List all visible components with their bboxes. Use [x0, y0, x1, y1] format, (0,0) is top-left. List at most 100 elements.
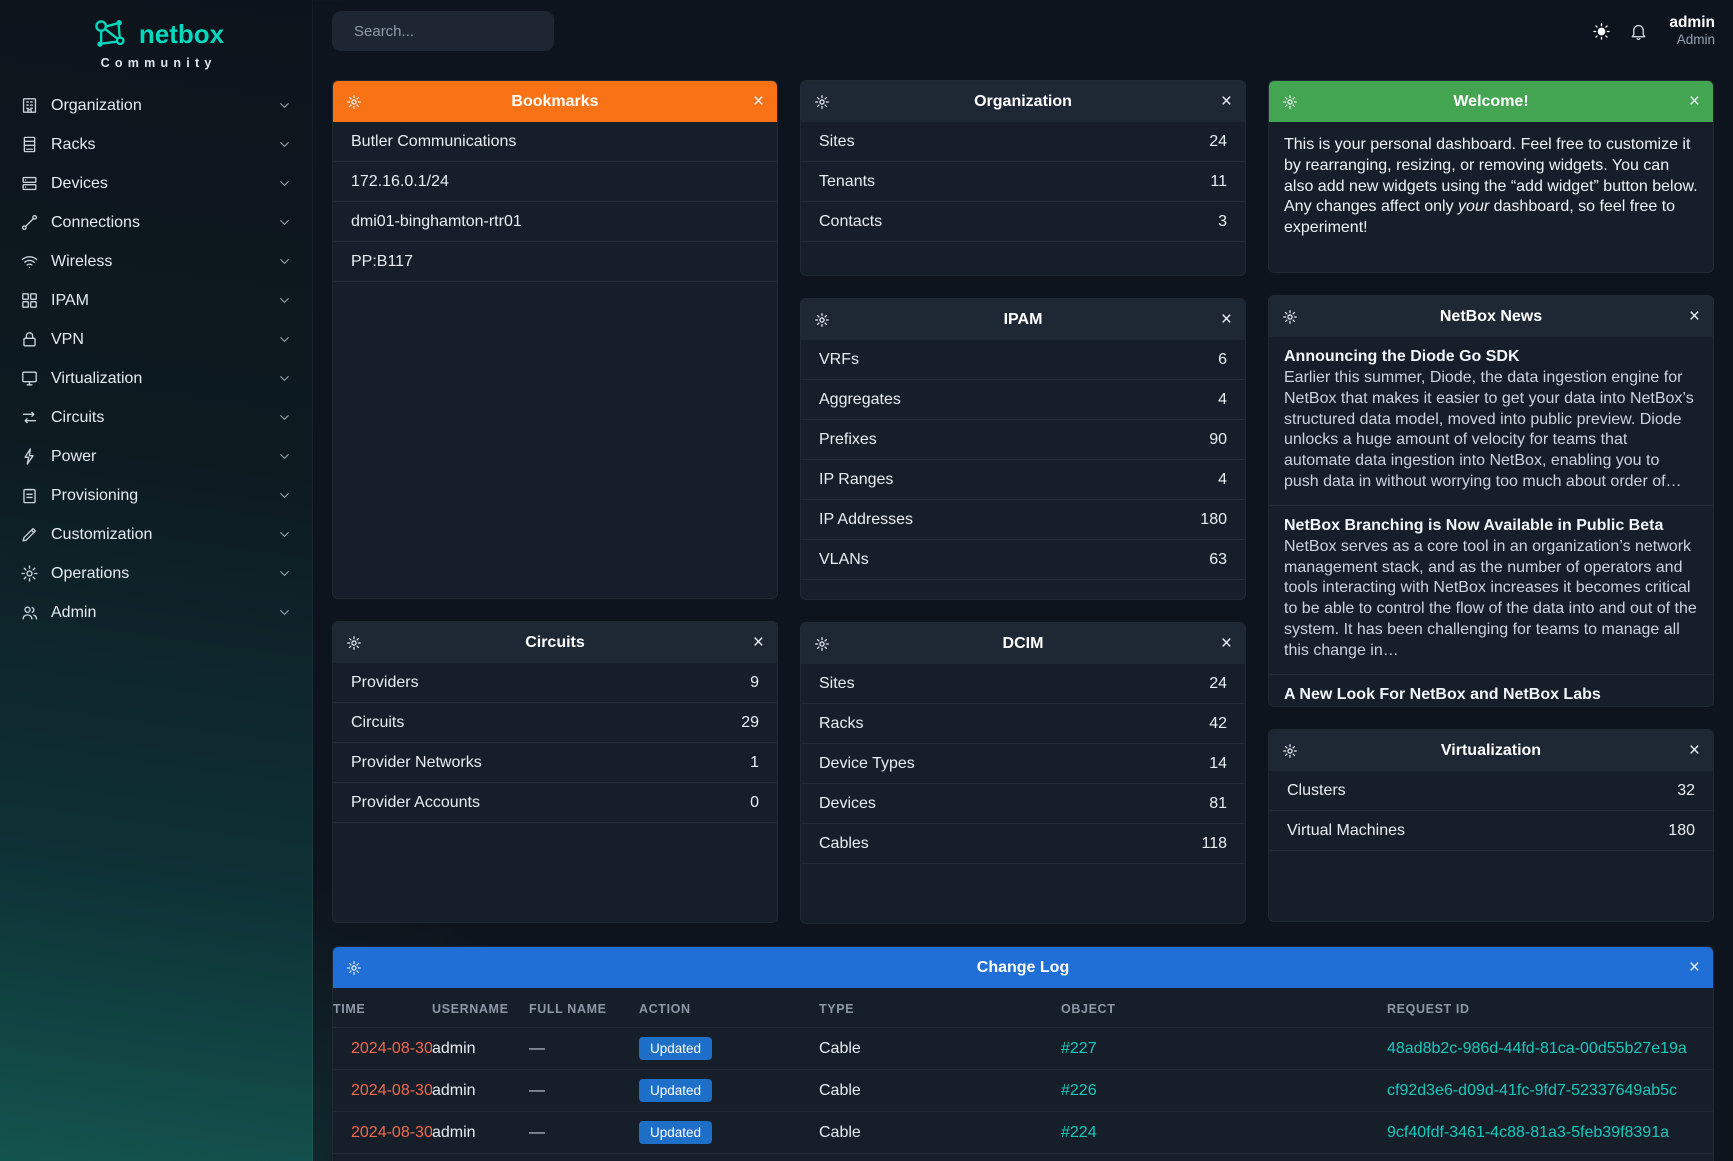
widget-close-icon[interactable]: × — [1689, 92, 1700, 111]
stat-label[interactable]: Provider Accounts — [351, 794, 750, 812]
column-header[interactable]: OBJECT — [1061, 988, 1387, 1028]
sidebar-item-connections[interactable]: Connections — [0, 203, 312, 242]
stat-label[interactable]: Sites — [819, 133, 1209, 151]
change-object-link[interactable]: #227 — [1061, 1040, 1097, 1057]
stat-list: Sites 24 Racks 42 Device Types 14 — [801, 664, 1245, 864]
sidebar-item-provisioning[interactable]: Provisioning — [0, 476, 312, 515]
sidebar-item-racks[interactable]: Racks — [0, 125, 312, 164]
dashboard-column-1: Bookmarks × Butler Communications 172.16… — [332, 80, 778, 924]
dashboard-grid: Bookmarks × Butler Communications 172.16… — [313, 62, 1733, 924]
stat-label[interactable]: Prefixes — [819, 431, 1209, 449]
bookmark-link[interactable]: Butler Communications — [333, 122, 777, 162]
widget-close-icon[interactable]: × — [1689, 741, 1700, 760]
sidebar-item-admin[interactable]: Admin — [0, 593, 312, 632]
lock-icon — [20, 330, 39, 349]
sidebar-item-organization[interactable]: Organization — [0, 86, 312, 125]
widget-close-icon[interactable]: × — [1689, 307, 1700, 326]
stat-label[interactable]: Contacts — [819, 213, 1218, 231]
widget-close-icon[interactable]: × — [753, 92, 764, 111]
stat-row: VLANs 63 — [801, 540, 1245, 580]
theme-toggle-button[interactable] — [1589, 19, 1614, 44]
stat-label[interactable]: Aggregates — [819, 391, 1218, 409]
stat-value: 1 — [750, 754, 759, 772]
column-header[interactable]: USERNAME — [432, 988, 529, 1028]
bookmark-link[interactable]: 172.16.0.1/24 — [333, 162, 777, 202]
widget-config-icon[interactable] — [346, 960, 362, 976]
notifications-button[interactable] — [1626, 19, 1651, 44]
sidebar-item-wireless[interactable]: Wireless — [0, 242, 312, 281]
topbar: admin Admin — [313, 0, 1733, 62]
lightning-bolt-icon — [20, 447, 39, 466]
stat-label[interactable]: Circuits — [351, 714, 741, 732]
column-header[interactable]: FULL NAME — [529, 988, 639, 1028]
request-id-link[interactable]: 48ad8b2c-986d-44fd-81ca-00d55b27e19a — [1387, 1040, 1687, 1057]
request-id-link[interactable]: cf92d3e6-d09d-41fc-9fd7-52337649ab5c — [1387, 1082, 1677, 1099]
column-header[interactable]: TIME — [333, 988, 432, 1028]
stat-label[interactable]: Virtual Machines — [1287, 822, 1668, 840]
sidebar-item-label: Racks — [51, 136, 265, 154]
user-menu[interactable]: admin Admin — [1669, 14, 1715, 49]
change-time-link[interactable]: 2024-08-30 18:48 — [351, 1082, 432, 1099]
change-username: admin — [432, 1040, 476, 1057]
stat-label[interactable]: Clusters — [1287, 782, 1677, 800]
stat-label[interactable]: Tenants — [819, 173, 1210, 191]
widget-config-icon[interactable] — [814, 312, 830, 328]
stat-label[interactable]: VLANs — [819, 551, 1209, 569]
stat-row: Tenants 11 — [801, 162, 1245, 202]
widget-close-icon[interactable]: × — [1221, 634, 1232, 653]
column-header[interactable]: TYPE — [819, 988, 1061, 1028]
change-object-link[interactable]: #224 — [1061, 1124, 1097, 1141]
sidebar-item-label: Admin — [51, 604, 265, 622]
widget-close-icon[interactable]: × — [753, 633, 764, 652]
bookmark-link[interactable]: dmi01-binghamton-rtr01 — [333, 202, 777, 242]
stat-label[interactable]: Devices — [819, 795, 1209, 813]
widget-close-icon[interactable]: × — [1221, 92, 1232, 111]
widget-changelog: Change Log × TIME USERNAME FULL NAME — [332, 946, 1714, 1161]
search-box[interactable] — [332, 11, 554, 51]
sidebar-item-operations[interactable]: Operations — [0, 554, 312, 593]
widget-close-icon[interactable]: × — [1689, 958, 1700, 977]
news-article-link[interactable]: A New Look For NetBox and NetBox Labs — [1284, 686, 1698, 704]
sidebar-item-customization[interactable]: Customization — [0, 515, 312, 554]
stat-label[interactable]: Provider Networks — [351, 754, 750, 772]
news-article-link[interactable]: Announcing the Diode Go SDK — [1284, 348, 1698, 366]
sidebar-item-ipam[interactable]: IPAM — [0, 281, 312, 320]
widget-config-icon[interactable] — [1282, 743, 1298, 759]
stat-label[interactable]: VRFs — [819, 351, 1218, 369]
widget-close-icon[interactable]: × — [1221, 310, 1232, 329]
sidebar-item-vpn[interactable]: VPN — [0, 320, 312, 359]
stat-label[interactable]: IP Ranges — [819, 471, 1218, 489]
widget-config-icon[interactable] — [346, 94, 362, 110]
stat-value: 9 — [750, 674, 759, 692]
column-header[interactable]: REQUEST ID — [1387, 988, 1713, 1028]
change-time-link[interactable]: 2024-08-30 18:48 — [351, 1124, 432, 1141]
request-id-link[interactable]: 9cf40fdf-3461-4c88-81a3-5feb39f8391a — [1387, 1124, 1669, 1141]
widget-config-icon[interactable] — [1282, 94, 1298, 110]
stat-label[interactable]: Sites — [819, 675, 1209, 693]
sidebar-item-virtualization[interactable]: Virtualization — [0, 359, 312, 398]
news-article-link[interactable]: NetBox Branching is Now Available in Pub… — [1284, 517, 1698, 535]
brand[interactable]: netbox Community — [0, 0, 312, 70]
wifi-icon — [20, 252, 39, 271]
sidebar-item-devices[interactable]: Devices — [0, 164, 312, 203]
widget-config-icon[interactable] — [346, 635, 362, 651]
bookmark-link[interactable]: PP:B117 — [333, 242, 777, 282]
widget-config-icon[interactable] — [1282, 309, 1298, 325]
stat-label[interactable]: Cables — [819, 835, 1201, 853]
sidebar-item-circuits[interactable]: Circuits — [0, 398, 312, 437]
widget-virtualization: Virtualization × Clusters 32 Virtual — [1268, 729, 1714, 922]
change-object-link[interactable]: #226 — [1061, 1082, 1097, 1099]
widget-title: Bookmarks — [377, 93, 733, 111]
column-header[interactable]: ACTION — [639, 988, 819, 1028]
widget-netbox-news: NetBox News × Announcing the Diode Go SD… — [1268, 295, 1714, 707]
stat-label[interactable]: Providers — [351, 674, 750, 692]
search-input[interactable] — [354, 23, 553, 40]
stat-label[interactable]: IP Addresses — [819, 511, 1200, 529]
stat-label[interactable]: Racks — [819, 715, 1209, 733]
stat-label[interactable]: Device Types — [819, 755, 1209, 773]
widget-config-icon[interactable] — [814, 636, 830, 652]
widget-config-icon[interactable] — [814, 94, 830, 110]
change-time-link[interactable]: 2024-08-30 18:48 — [351, 1040, 432, 1057]
chevron-down-icon — [277, 566, 292, 581]
sidebar-item-power[interactable]: Power — [0, 437, 312, 476]
